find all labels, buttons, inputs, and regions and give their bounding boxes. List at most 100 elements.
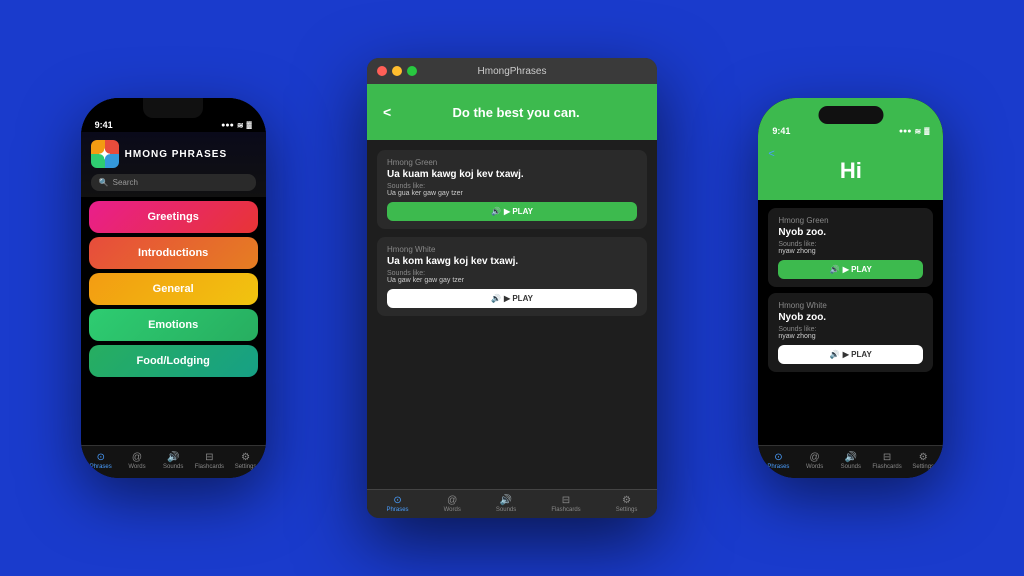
mac-tab-flashcards[interactable]: ⊟ Flashcards xyxy=(551,495,580,513)
mac-green-header: < Do the best you can. xyxy=(367,84,657,140)
words-tab-icon: @ xyxy=(132,452,142,463)
mac-window-controls xyxy=(377,66,417,76)
right-status-icons: ●●● ≋ ▓ xyxy=(899,127,930,136)
notch xyxy=(143,98,203,118)
mac-sounds-label: Sounds xyxy=(496,507,516,513)
play-icon-1: 🔊 xyxy=(491,207,501,216)
left-phone: 9:41 ●●● ≋ ▓ HMONG PHRASES 🔍 Search xyxy=(81,98,266,478)
right-sounds-label-2: Sounds like: xyxy=(778,326,923,333)
right-header-word: Hi xyxy=(770,158,931,184)
mac-words-icon: @ xyxy=(447,495,457,506)
tab-sounds[interactable]: 🔊 Sounds xyxy=(155,452,191,470)
phrase-sounds-label-1: Sounds like: xyxy=(387,183,637,190)
search-bar[interactable]: 🔍 Search xyxy=(91,174,256,191)
right-phrases-list: Hmong Green Nyob zoo. Sounds like: nyaw … xyxy=(758,200,943,380)
phrase-sounds-val-2: Ua gaw ker gaw gay tzer xyxy=(387,277,637,284)
left-header: HMONG PHRASES 🔍 Search xyxy=(81,132,266,197)
mac-phrases-icon: ⊙ xyxy=(393,495,401,506)
category-list: Greetings Introductions General Emotions… xyxy=(81,197,266,381)
settings-tab-label: Settings xyxy=(235,464,257,470)
mac-tab-sounds[interactable]: 🔊 Sounds xyxy=(496,495,516,513)
play-icon-2: 🔊 xyxy=(491,294,501,303)
right-sounds-tab-icon: 🔊 xyxy=(845,452,857,463)
mac-phrases-list: Hmong Green Ua kuam kawg koj kev txawj. … xyxy=(367,140,657,514)
phrases-tab-icon: ⊙ xyxy=(97,452,105,463)
logo-row: HMONG PHRASES xyxy=(91,140,256,168)
mac-tab-words[interactable]: @ Words xyxy=(444,495,461,513)
search-icon: 🔍 xyxy=(99,178,109,187)
right-words-tab-label: Words xyxy=(806,464,823,470)
left-time: 9:41 xyxy=(95,120,113,130)
signal-icon: ●●● xyxy=(221,122,234,129)
left-status-icons: ●●● ≋ ▓ xyxy=(221,121,252,130)
mac-titlebar: HmongPhrases xyxy=(367,58,657,84)
right-text-2: Nyob zoo. xyxy=(778,312,923,323)
mac-tab-phrases[interactable]: ⊙ Phrases xyxy=(387,495,409,513)
right-phone-screen: 9:41 ●●● ≋ ▓ < Hi Hmong Green Nyob zoo. … xyxy=(758,98,943,478)
right-flashcards-tab-icon: ⊟ xyxy=(883,452,891,463)
right-words-tab-icon: @ xyxy=(810,452,820,463)
search-placeholder: Search xyxy=(113,178,138,187)
right-tab-sounds[interactable]: 🔊 Sounds xyxy=(833,452,869,470)
category-food[interactable]: Food/Lodging xyxy=(89,345,258,377)
mac-tab-bar: ⊙ Phrases @ Words 🔊 Sounds ⊟ Flashcards … xyxy=(367,489,657,518)
phrase-card-green: Hmong Green Ua kuam kawg koj kev txawj. … xyxy=(377,150,647,229)
mac-phrases-label: Phrases xyxy=(387,507,409,513)
right-text-1: Nyob zoo. xyxy=(778,227,923,238)
right-phone: 9:41 ●●● ≋ ▓ < Hi Hmong Green Nyob zoo. … xyxy=(758,98,943,478)
tab-flashcards[interactable]: ⊟ Flashcards xyxy=(191,452,227,470)
mac-sounds-icon: 🔊 xyxy=(500,495,512,506)
close-button[interactable] xyxy=(377,66,387,76)
right-phrases-tab-icon: ⊙ xyxy=(774,452,782,463)
mac-content: < Do the best you can. Hmong Green Ua ku… xyxy=(367,84,657,514)
phrase-sounds-label-2: Sounds like: xyxy=(387,270,637,277)
right-tab-settings[interactable]: ⚙ Settings xyxy=(905,452,941,470)
right-play-btn-green[interactable]: 🔊 ▶ PLAY xyxy=(778,260,923,279)
mac-flashcards-icon: ⊟ xyxy=(562,495,570,506)
category-greetings[interactable]: Greetings xyxy=(89,201,258,233)
phrase-card-white: Hmong White Ua kom kawg koj kev txawj. S… xyxy=(377,237,647,316)
mac-settings-icon: ⚙ xyxy=(622,495,631,506)
phrase-text-2: Ua kom kawg koj kev txawj. xyxy=(387,256,637,267)
right-tab-flashcards[interactable]: ⊟ Flashcards xyxy=(869,452,905,470)
left-tab-bar: ⊙ Phrases @ Words 🔊 Sounds ⊟ Flashcards … xyxy=(81,445,266,478)
tab-settings[interactable]: ⚙ Settings xyxy=(227,452,263,470)
category-general[interactable]: General xyxy=(89,273,258,305)
right-tab-phrases[interactable]: ⊙ Phrases xyxy=(760,452,796,470)
dynamic-island xyxy=(818,106,883,124)
maximize-button[interactable] xyxy=(407,66,417,76)
right-tab-words[interactable]: @ Words xyxy=(797,452,833,470)
left-phone-screen: 9:41 ●●● ≋ ▓ HMONG PHRASES 🔍 Search xyxy=(81,98,266,478)
category-introductions[interactable]: Introductions xyxy=(89,237,258,269)
flashcards-tab-label: Flashcards xyxy=(195,464,224,470)
right-signal-icon: ●●● xyxy=(899,128,912,135)
minimize-button[interactable] xyxy=(392,66,402,76)
app-title: HMONG PHRASES xyxy=(125,149,227,160)
right-phrases-tab-label: Phrases xyxy=(767,464,789,470)
right-dialect-1: Hmong Green xyxy=(778,216,923,225)
right-play-icon-1: 🔊 xyxy=(830,265,840,274)
right-play-btn-white[interactable]: 🔊 ▶ PLAY xyxy=(778,345,923,364)
right-wifi-icon: ≋ xyxy=(915,127,922,136)
right-phrase-card-green: Hmong Green Nyob zoo. Sounds like: nyaw … xyxy=(768,208,933,287)
tab-words[interactable]: @ Words xyxy=(119,452,155,470)
app-logo xyxy=(91,140,119,168)
tab-phrases[interactable]: ⊙ Phrases xyxy=(83,452,119,470)
right-tab-bar: ⊙ Phrases @ Words 🔊 Sounds ⊟ Flashcards … xyxy=(758,445,943,478)
words-tab-label: Words xyxy=(128,464,145,470)
right-back-button[interactable]: < xyxy=(768,148,774,160)
mac-settings-label: Settings xyxy=(616,507,638,513)
right-sounds-val-2: nyaw zhong xyxy=(778,333,923,340)
right-green-header: < Hi xyxy=(758,138,943,200)
play-button-white-2[interactable]: 🔊 ▶ PLAY xyxy=(387,289,637,308)
category-emotions[interactable]: Emotions xyxy=(89,309,258,341)
mac-tab-settings[interactable]: ⚙ Settings xyxy=(616,495,638,513)
sounds-tab-label: Sounds xyxy=(163,464,183,470)
right-time: 9:41 xyxy=(772,126,790,136)
phrase-dialect-1: Hmong Green xyxy=(387,158,637,167)
mac-back-button[interactable]: < xyxy=(383,104,391,120)
phrase-sounds-val-1: Ua gua ker gaw gay tzer xyxy=(387,190,637,197)
play-button-green-1[interactable]: 🔊 ▶ PLAY xyxy=(387,202,637,221)
phrase-text-1: Ua kuam kawg koj kev txawj. xyxy=(387,169,637,180)
mac-window: HmongPhrases < Do the best you can. Hmon… xyxy=(367,58,657,518)
